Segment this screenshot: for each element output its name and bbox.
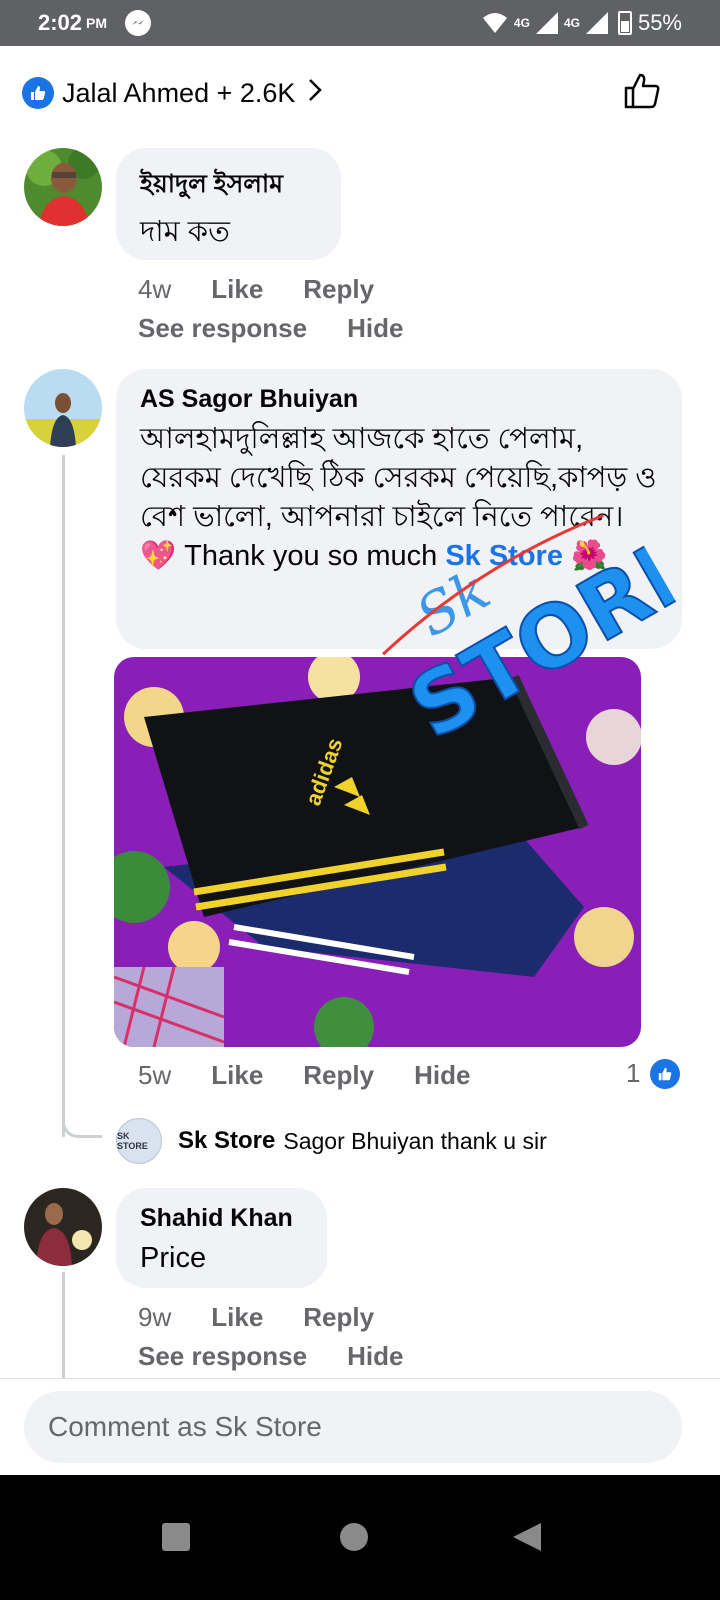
signal-icon-1 bbox=[535, 12, 558, 34]
comment-bubble[interactable]: ইয়াদুল ইসলাম দাম কত bbox=[116, 148, 341, 260]
comment-actions: 4w Like Reply See response Hide bbox=[138, 274, 618, 344]
reply-button[interactable]: Reply bbox=[303, 1060, 374, 1091]
like-post-button[interactable] bbox=[622, 71, 662, 116]
thread-line bbox=[62, 455, 65, 1137]
comment-text: দাম কত bbox=[140, 216, 230, 248]
comment-author[interactable]: ইয়াদুল ইসলাম bbox=[140, 164, 317, 207]
like-reaction-icon bbox=[22, 77, 54, 109]
comment-text: Price bbox=[140, 1242, 207, 1274]
back-button[interactable] bbox=[512, 1522, 542, 1557]
reply-text: Sagor Bhuiyan thank u sir bbox=[283, 1127, 547, 1154]
thread-line-2 bbox=[62, 1272, 65, 1378]
mention-link[interactable]: Sk Store bbox=[445, 540, 563, 572]
status-bar: 2:02 PM 4G 4G 55% bbox=[0, 0, 720, 46]
reactions-header[interactable]: Jalal Ahmed + 2.6K bbox=[0, 46, 720, 140]
system-nav-bar bbox=[0, 1475, 720, 1600]
status-ampm: PM bbox=[86, 15, 108, 31]
like-button[interactable]: Like bbox=[211, 1302, 263, 1333]
status-icons: 4G 4G 55% bbox=[482, 10, 682, 36]
comment-time: 9w bbox=[138, 1302, 172, 1332]
reply-button[interactable]: Reply bbox=[303, 274, 374, 305]
comment-bubble[interactable]: Shahid Khan Price bbox=[116, 1188, 327, 1288]
messenger-icon bbox=[125, 10, 152, 36]
avatar[interactable] bbox=[24, 148, 102, 226]
comment-bubble[interactable]: AS Sagor Bhuiyan আলহামদুলিল্লাহ আজকে হাত… bbox=[116, 369, 682, 649]
reply-avatar[interactable]: SK STORE bbox=[116, 1118, 162, 1164]
reactors-summary[interactable]: Jalal Ahmed + 2.6K bbox=[62, 78, 295, 109]
flower-emoji: 🌺 bbox=[571, 540, 608, 572]
like-reaction-icon bbox=[650, 1058, 681, 1089]
hide-button[interactable]: Hide bbox=[414, 1060, 470, 1091]
chevron-right-icon[interactable] bbox=[307, 77, 323, 110]
like-button[interactable]: Like bbox=[211, 274, 263, 305]
reply-author[interactable]: Sk Store bbox=[178, 1127, 275, 1155]
hide-button[interactable]: Hide bbox=[347, 313, 403, 344]
comment-actions: 9w Like Reply See response Hide bbox=[138, 1302, 618, 1372]
reply-button[interactable]: Reply bbox=[303, 1302, 374, 1333]
comment-author[interactable]: AS Sagor Bhuiyan bbox=[140, 385, 658, 414]
hide-button[interactable]: Hide bbox=[347, 1341, 403, 1372]
home-button[interactable] bbox=[339, 1522, 369, 1557]
reaction-count[interactable]: 1 bbox=[626, 1058, 681, 1089]
thumbs-up-icon bbox=[624, 73, 660, 108]
comment-time: 5w bbox=[138, 1060, 172, 1090]
see-response-button[interactable]: See response bbox=[138, 1341, 307, 1372]
wifi-icon bbox=[482, 13, 507, 33]
like-button[interactable]: Like bbox=[211, 1060, 263, 1091]
comment-author[interactable]: Shahid Khan bbox=[140, 1204, 303, 1233]
comment-input[interactable]: Comment as Sk Store bbox=[24, 1391, 682, 1463]
comment-photo[interactable]: adidas bbox=[114, 657, 641, 1047]
reply-item[interactable]: SK STORE Sk Store Sagor Bhuiyan thank u … bbox=[116, 1118, 547, 1164]
battery-icon bbox=[617, 11, 632, 35]
status-time: 2:02 bbox=[38, 10, 83, 35]
circle-icon bbox=[340, 1523, 368, 1551]
thread-connector bbox=[62, 1110, 102, 1138]
battery-level: 55% bbox=[637, 10, 682, 35]
comment-text: আলহামদুলিল্লাহ আজকে হাতে পেলাম, যেরকম দে… bbox=[140, 420, 658, 576]
recents-button[interactable] bbox=[161, 1522, 191, 1557]
avatar[interactable] bbox=[24, 1188, 102, 1266]
signal-icon-2 bbox=[585, 12, 608, 34]
network-type-1: 4G bbox=[513, 16, 530, 30]
network-type-2: 4G bbox=[563, 16, 580, 30]
see-response-button[interactable]: See response bbox=[138, 313, 307, 344]
back-triangle-icon bbox=[513, 1523, 541, 1551]
comment-actions: 5w Like Reply Hide bbox=[138, 1060, 618, 1091]
avatar[interactable] bbox=[24, 369, 102, 447]
reaction-count-value: 1 bbox=[626, 1058, 641, 1088]
square-icon bbox=[162, 1523, 190, 1551]
comment-time: 4w bbox=[138, 274, 172, 304]
comment-composer: Comment as Sk Store bbox=[0, 1378, 720, 1475]
